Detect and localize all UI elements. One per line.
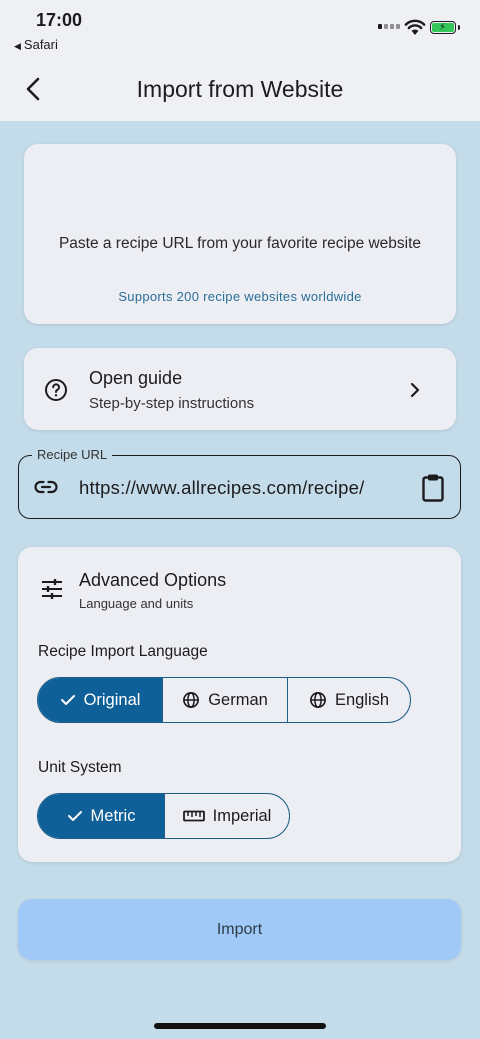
language-segmented-control: Original German English	[37, 677, 411, 723]
advanced-options-title: Advanced Options	[79, 570, 227, 590]
check-icon	[67, 811, 82, 821]
globe-icon	[309, 692, 326, 708]
supported-sites-text: Supports 200 recipe websites worldwide	[118, 289, 362, 304]
help-circle-icon	[45, 379, 67, 401]
language-option-label: English	[334, 690, 390, 709]
language-option-german[interactable]: German	[162, 678, 287, 722]
recipe-url-value: https://www.allrecipes.com/recipe/	[79, 477, 365, 498]
open-guide-subtitle: Step-by-step instructions	[89, 395, 255, 412]
back-to-app-link[interactable]: ◀ Safari	[14, 37, 58, 52]
home-indicator	[154, 1023, 326, 1029]
unit-segmented-control: Metric Imperial	[37, 793, 290, 839]
tune-icon	[42, 579, 62, 599]
unit-option-label: Metric	[90, 806, 136, 825]
language-option-label: Original	[83, 690, 141, 709]
clipboard-icon[interactable]	[420, 473, 446, 503]
language-option-original[interactable]: Original	[38, 678, 162, 722]
language-option-label: German	[208, 690, 268, 709]
globe-icon	[183, 692, 200, 708]
back-app-label: Safari	[23, 37, 58, 52]
page-title: Import from Website	[136, 76, 344, 102]
back-triangle-icon: ◀	[14, 41, 21, 51]
open-guide-title: Open guide	[89, 368, 183, 388]
hero-description: Paste a recipe URL from your favorite re…	[58, 235, 422, 252]
advanced-options-subtitle: Language and units	[79, 596, 194, 611]
language-option-english[interactable]: English	[287, 678, 410, 722]
unit-system-label: Unit System	[38, 759, 122, 776]
open-guide-card[interactable]	[24, 348, 456, 430]
status-time: 17:00	[36, 10, 83, 30]
chevron-right-icon	[410, 382, 420, 398]
import-language-label: Recipe Import Language	[38, 643, 208, 660]
unit-option-imperial[interactable]: Imperial	[164, 794, 289, 838]
recipe-url-label: Recipe URL	[32, 447, 113, 462]
unit-option-label: Imperial	[212, 806, 272, 825]
status-icons: ⚡	[378, 18, 464, 38]
import-button[interactable]: Import	[18, 899, 461, 960]
check-icon	[60, 695, 75, 705]
ruler-icon	[182, 810, 205, 822]
link-icon	[34, 480, 58, 494]
signal-icon	[378, 24, 400, 29]
unit-option-metric[interactable]: Metric	[38, 794, 164, 838]
battery-charging-icon: ⚡	[430, 21, 460, 34]
wifi-icon	[404, 19, 426, 35]
